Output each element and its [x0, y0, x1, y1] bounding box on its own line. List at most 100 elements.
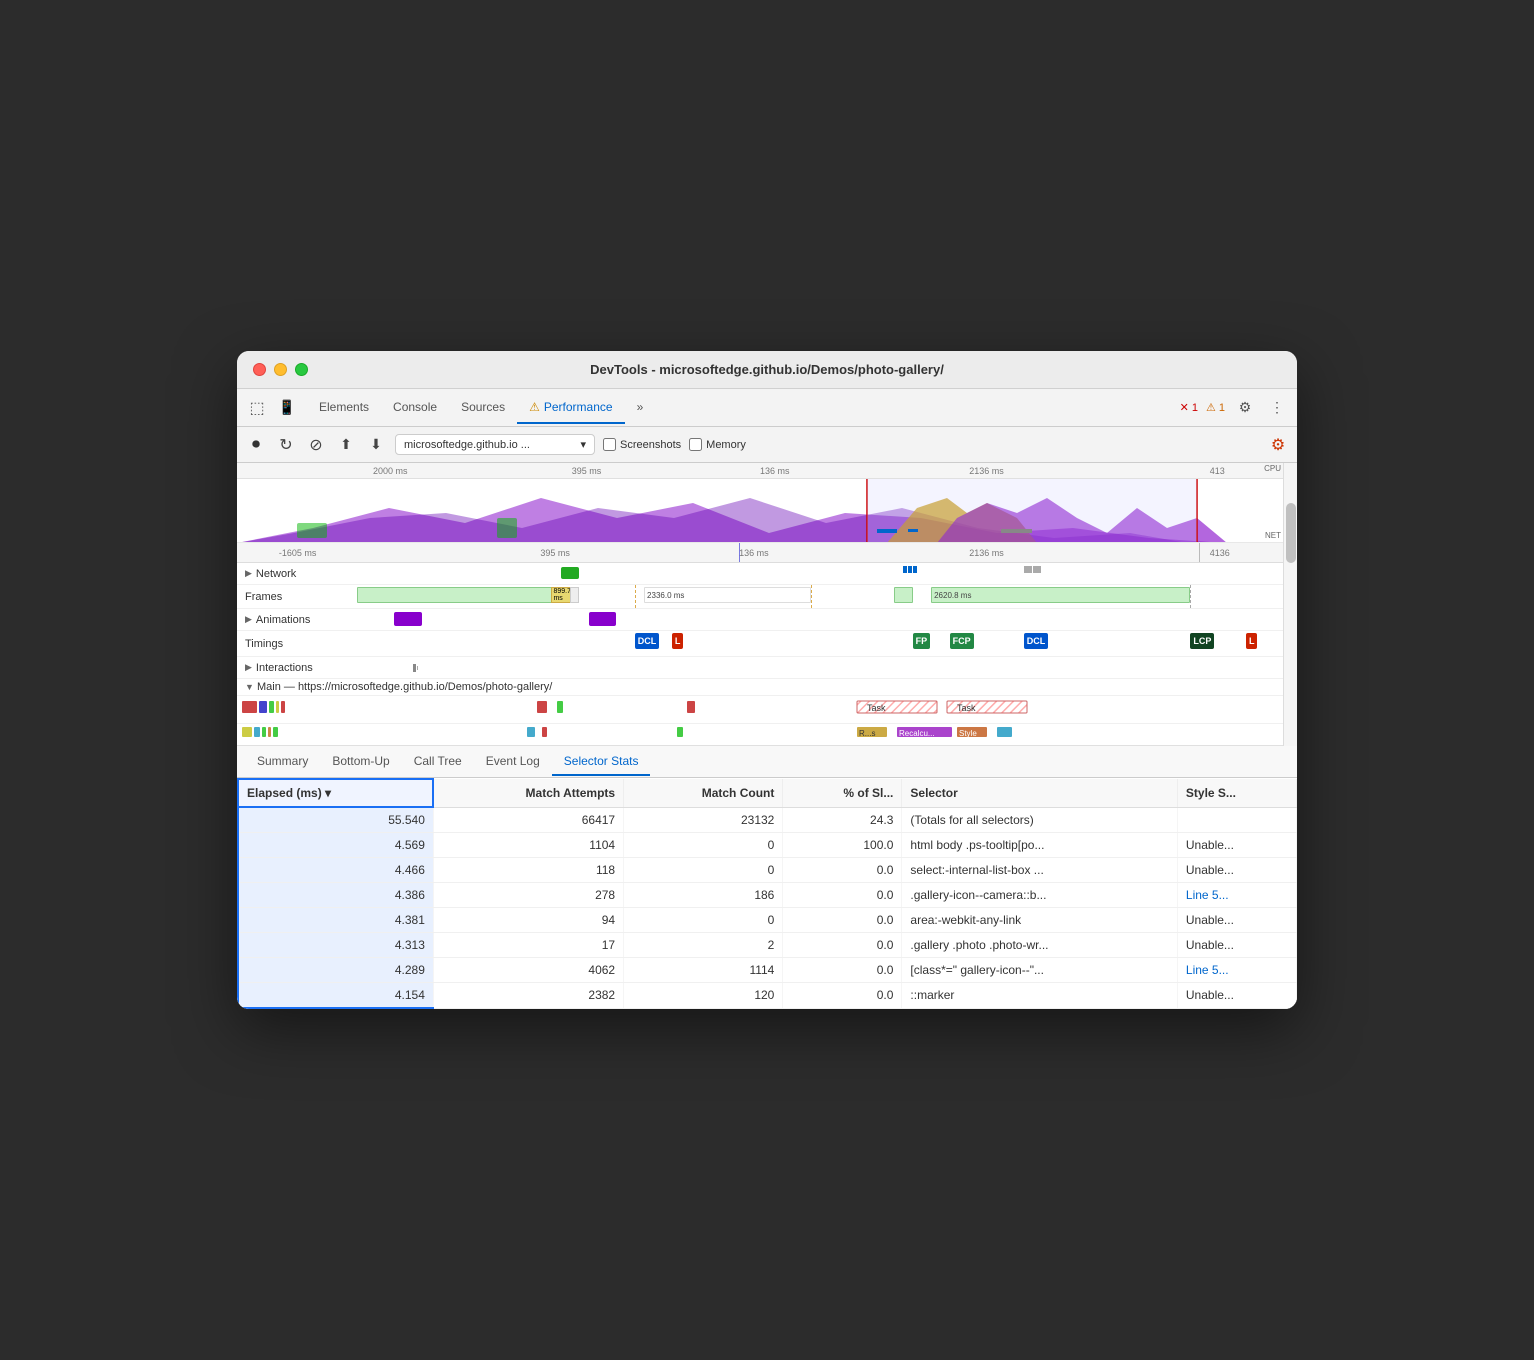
ruler-mark-4136: 4136 [1210, 548, 1230, 558]
inspect-icon[interactable]: ⬚ [245, 396, 269, 420]
tab-call-tree[interactable]: Call Tree [402, 748, 474, 776]
match-count-header[interactable]: Match Count [624, 779, 783, 807]
dropdown-arrow-icon: ▾ [580, 438, 586, 451]
tab-bar-right: ✕ 1 ⚠ 1 ⚙ ⋮ [1180, 396, 1289, 420]
close-button[interactable] [253, 363, 266, 376]
table-cell: 0.0 [783, 858, 902, 883]
tab-bottom-up[interactable]: Bottom-Up [320, 748, 401, 776]
table-cell: Unable... [1177, 933, 1296, 958]
table-cell: 4.386 [238, 883, 433, 908]
table-row: 4.3131720.0.gallery .photo .photo-wr...U… [238, 933, 1297, 958]
tab-bar-icons: ⬚ 📱 [245, 396, 299, 420]
minimize-button[interactable] [274, 363, 287, 376]
percent-header[interactable]: % of Sl... [783, 779, 902, 807]
tab-performance[interactable]: ⚠ Performance [517, 392, 624, 424]
table-cell: Unable... [1177, 833, 1296, 858]
interactions-expand-icon[interactable]: ▶ [245, 662, 252, 673]
table-row: 55.540664172313224.3(Totals for all sele… [238, 807, 1297, 833]
table-row: 4.3862781860.0.gallery-icon--camera::b..… [238, 883, 1297, 908]
url-selector[interactable]: microsoftedge.github.io ... ▾ [395, 434, 595, 455]
table-row: 4.15423821200.0::markerUnable... [238, 983, 1297, 1009]
table-cell: area:-webkit-any-link [902, 908, 1177, 933]
timings-row: Timings DCL L FP [237, 631, 1283, 657]
table-cell: 55.540 [238, 807, 433, 833]
net-bars [237, 529, 1269, 537]
timeline-scrollbar[interactable] [1283, 463, 1297, 746]
ruler-mark-neg1605: -1605 ms [279, 548, 317, 558]
table-row: 4.56911040100.0html body .ps-tooltip[po.… [238, 833, 1297, 858]
main-thread-expand-icon[interactable]: ▼ [245, 682, 254, 692]
style-sheet-header[interactable]: Style S... [1177, 779, 1296, 807]
animations-expand-icon[interactable]: ▶ [245, 614, 252, 625]
selector-stats-table: Elapsed (ms) ▾ Match Attempts Match Coun… [237, 778, 1297, 1009]
table-cell[interactable]: Line 5... [1177, 958, 1296, 983]
time-mark-2136: 2136 ms [969, 466, 1004, 476]
table-cell: 0.0 [783, 933, 902, 958]
table-cell: select:-internal-list-box ... [902, 858, 1177, 883]
tab-elements[interactable]: Elements [307, 392, 381, 424]
table-cell: 23132 [624, 807, 783, 833]
table-cell: 0 [624, 858, 783, 883]
download-button[interactable]: ⬇ [365, 434, 387, 456]
tasks-chart: Task Task [237, 696, 1283, 724]
ruler-mark-2136: 2136 ms [969, 548, 1004, 558]
screenshots-checkbox-group: Screenshots [603, 438, 681, 451]
timings-content: DCL L FP FCP DCL [357, 631, 1283, 656]
performance-toolbar: ⏺ ↻ ⊘ ⬆ ⬇ microsoftedge.github.io ... ▾ … [237, 427, 1297, 463]
frame-2620-label: 2620.8 ms [934, 591, 971, 600]
settings-icon[interactable]: ⚙ [1233, 396, 1257, 420]
warning-triangle-icon: ⚠ [529, 400, 540, 414]
network-content [357, 563, 1283, 584]
table-row: 4.46611800.0select:-internal-list-box ..… [238, 858, 1297, 883]
tab-console[interactable]: Console [381, 392, 449, 424]
error-badge[interactable]: ✕ 1 [1180, 401, 1198, 414]
memory-checkbox-group: Memory [689, 438, 746, 451]
table-cell[interactable]: Line 5... [1177, 883, 1296, 908]
dcl-badge: DCL [638, 636, 657, 646]
tab-selector-stats[interactable]: Selector Stats [552, 748, 651, 776]
upload-button[interactable]: ⬆ [335, 434, 357, 456]
interactions-label[interactable]: ▶ Interactions [237, 662, 357, 674]
table-cell: 118 [433, 858, 623, 883]
record-button[interactable]: ⏺ [245, 434, 267, 456]
table-cell: 2 [624, 933, 783, 958]
table-cell: 0.0 [783, 908, 902, 933]
tab-sources[interactable]: Sources [449, 392, 517, 424]
table-cell: .gallery .photo .photo-wr... [902, 933, 1177, 958]
warning-badge[interactable]: ⚠ 1 [1206, 401, 1225, 414]
maximize-button[interactable] [295, 363, 308, 376]
timeline-scroll-thumb[interactable] [1286, 503, 1296, 563]
network-row: ▶ Network [237, 563, 1283, 585]
elapsed-header[interactable]: Elapsed (ms) ▾ [238, 779, 433, 807]
memory-checkbox[interactable] [689, 438, 702, 451]
time-mark-413: 413 [1210, 466, 1225, 476]
table-cell: 4.289 [238, 958, 433, 983]
table-cell: 4.313 [238, 933, 433, 958]
svg-text:Recalcu...: Recalcu... [899, 729, 935, 738]
match-attempts-header[interactable]: Match Attempts [433, 779, 623, 807]
table-cell: ::marker [902, 983, 1177, 1009]
table-cell: 1114 [624, 958, 783, 983]
overview-chart[interactable]: 2000 ms 395 ms 136 ms 2136 ms 413 CPU [237, 463, 1283, 543]
screenshots-checkbox[interactable] [603, 438, 616, 451]
table-cell: 278 [433, 883, 623, 908]
selector-header[interactable]: Selector [902, 779, 1177, 807]
capture-settings-icon[interactable]: ⚙ [1267, 434, 1289, 456]
more-menu-icon[interactable]: ⋮ [1265, 396, 1289, 420]
performance-timeline-container: 2000 ms 395 ms 136 ms 2136 ms 413 CPU [237, 463, 1297, 746]
animations-label[interactable]: ▶ Animations [237, 614, 357, 626]
tab-summary[interactable]: Summary [245, 748, 320, 776]
table-cell: 4.154 [238, 983, 433, 1009]
refresh-record-button[interactable]: ↻ [275, 434, 297, 456]
animations-content [357, 609, 1283, 630]
tab-more[interactable]: » [625, 392, 656, 424]
tab-event-log[interactable]: Event Log [474, 748, 552, 776]
network-label[interactable]: ▶ Network [237, 568, 357, 580]
table-cell: 2382 [433, 983, 623, 1009]
clear-button[interactable]: ⊘ [305, 434, 327, 456]
device-mode-icon[interactable]: 📱 [275, 396, 299, 420]
network-expand-icon[interactable]: ▶ [245, 568, 252, 579]
svg-text:Task: Task [957, 703, 976, 713]
l-badge-1: L [675, 636, 681, 646]
frames-content: 899.7 ms 2336.0 ms 2620.8 ms [357, 585, 1283, 608]
